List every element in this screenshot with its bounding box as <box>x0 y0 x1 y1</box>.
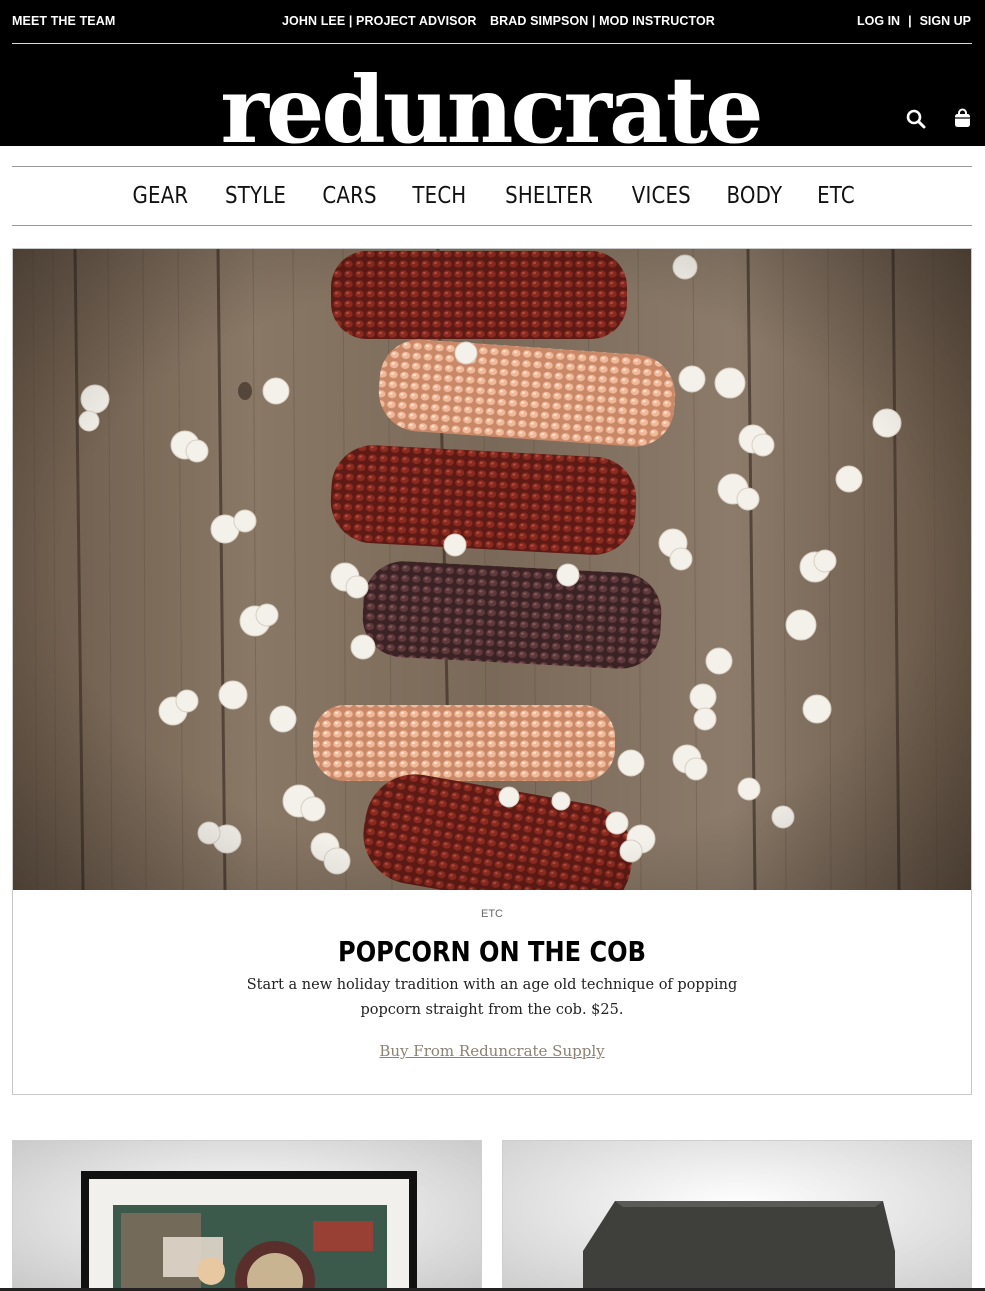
auth-separator: | <box>908 14 912 28</box>
utility-nav: MEET THE TEAM JOHN LEE | PROJECT ADVISOR… <box>0 0 985 42</box>
meet-team-link[interactable]: MEET THE TEAM <box>12 14 115 28</box>
search-icon[interactable] <box>905 108 927 130</box>
article-tile-framed-print[interactable] <box>12 1140 482 1291</box>
shopping-bag-icon[interactable] <box>952 108 974 130</box>
site-header: MEET THE TEAM JOHN LEE | PROJECT ADVISOR… <box>0 0 985 146</box>
nav-etc[interactable]: ETC <box>817 183 855 209</box>
category-nav: GEAR STYLE CARS TECH SHELTER VICES BODY … <box>12 166 972 226</box>
logo-text: reduncrate <box>220 56 763 146</box>
featured-image[interactable] <box>13 249 971 890</box>
nav-shelter[interactable]: SHELTER <box>505 183 593 209</box>
article-title[interactable]: POPCORN ON THE COB <box>13 935 971 968</box>
article-description: Start a new holiday tradition with an ag… <box>246 977 738 1018</box>
article-title-text[interactable]: POPCORN ON THE COB <box>338 935 646 968</box>
nav-body[interactable]: BODY <box>727 183 783 209</box>
buy-from-supply-link[interactable]: Buy From Reduncrate Supply <box>379 1042 604 1060</box>
article-tile-dark-product[interactable] <box>502 1140 972 1291</box>
nav-style[interactable]: STYLE <box>225 183 286 209</box>
site-logo[interactable]: reduncrate <box>0 50 985 146</box>
header-divider <box>12 43 972 44</box>
auth-links: LOG IN | SIGN UP <box>857 14 971 28</box>
featured-article-card: ETC POPCORN ON THE COB Start a new holid… <box>12 248 972 1095</box>
nav-vices[interactable]: VICES <box>632 183 691 209</box>
signup-link[interactable]: SIGN UP <box>920 14 971 28</box>
article-category[interactable]: ETC <box>13 908 971 920</box>
login-link[interactable]: LOG IN <box>857 14 900 28</box>
project-advisor-link[interactable]: JOHN LEE | PROJECT ADVISOR <box>282 14 477 28</box>
nav-gear[interactable]: GEAR <box>132 183 188 209</box>
nav-tech[interactable]: TECH <box>412 183 466 209</box>
mod-instructor-link[interactable]: BRAD SIMPSON | MOD INSTRUCTOR <box>490 14 715 28</box>
article-cta: Buy From Reduncrate Supply <box>13 1042 971 1061</box>
nav-cars[interactable]: CARS <box>322 183 376 209</box>
